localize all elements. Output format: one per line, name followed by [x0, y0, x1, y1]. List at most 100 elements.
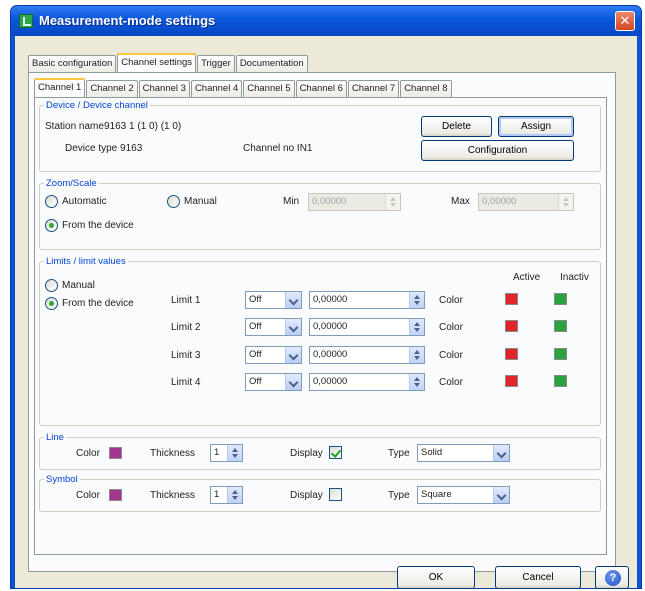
chevron-down-icon[interactable]	[493, 445, 509, 461]
tab-channel-6[interactable]: Channel 6	[295, 80, 347, 97]
limit-value-spinner[interactable]	[409, 292, 424, 308]
limit-color-label: Color	[439, 295, 463, 306]
station-name-value: 9163 1 (1 0) (1 0)	[104, 121, 182, 132]
active-color-swatch[interactable]	[505, 375, 518, 387]
station-name-label: Station name	[45, 121, 104, 132]
device-channel-group: Device / Device channel Station name 916…	[39, 100, 601, 172]
ok-button[interactable]: OK	[397, 566, 475, 589]
window-title: Measurement-mode settings	[39, 13, 216, 28]
zoom-min-label: Min	[283, 196, 300, 207]
limits-manual-radio[interactable]	[45, 279, 58, 292]
channel-settings-panel: Channel 1 Channel 2 Channel 3 Channel 4 …	[28, 72, 616, 572]
limit-label: Limit 1	[171, 295, 201, 306]
symbol-display-label: Display	[290, 490, 323, 501]
symbol-color-swatch[interactable]	[109, 489, 122, 501]
inactive-header: Inactiv	[560, 272, 589, 283]
zoom-min-spinner[interactable]	[385, 194, 400, 210]
tab-channel-3[interactable]: Channel 3	[138, 80, 190, 97]
title-bar[interactable]: Measurement-mode settings ✕	[11, 6, 641, 36]
zoom-automatic-label: Automatic	[62, 196, 107, 207]
tab-channel-2[interactable]: Channel 2	[86, 80, 138, 97]
line-type-label: Type	[388, 448, 410, 459]
line-group: Line Color Thickness 1 Display Type Soli…	[39, 432, 601, 470]
limits-group: Limits / limit values Active Inactiv Man…	[39, 256, 601, 426]
zoom-max-input[interactable]: 0,00000	[478, 193, 574, 211]
zoom-from-device-label: From the device	[62, 220, 134, 231]
assign-button[interactable]: Assign	[498, 116, 574, 137]
limit-value-input[interactable]: 0,00000	[309, 373, 425, 391]
inactive-color-swatch[interactable]	[554, 375, 567, 387]
limits-from-device-radio[interactable]	[45, 297, 58, 310]
limit-value-input[interactable]: 0,00000	[309, 318, 425, 336]
zoom-manual-radio[interactable]	[167, 195, 180, 208]
chevron-down-icon[interactable]	[285, 347, 301, 363]
zoom-scale-group: Zoom/Scale Automatic Manual Min 0,00000 …	[39, 178, 601, 250]
line-display-label: Display	[290, 448, 323, 459]
zoom-from-device-radio[interactable]	[45, 219, 58, 232]
dialog-client: Basic configuration Channel settings Tri…	[15, 36, 637, 589]
limit-value-spinner[interactable]	[409, 347, 424, 363]
limit-value-spinner[interactable]	[409, 374, 424, 390]
limit-mode-select[interactable]: Off	[245, 318, 302, 336]
active-color-swatch[interactable]	[505, 320, 518, 332]
tab-channel-5[interactable]: Channel 5	[243, 80, 295, 97]
limit-mode-value: Off	[249, 321, 262, 332]
chevron-down-icon[interactable]	[285, 374, 301, 390]
chevron-down-icon[interactable]	[493, 487, 509, 503]
chevron-down-icon[interactable]	[285, 319, 301, 335]
limit-value-input[interactable]: 0,00000	[309, 291, 425, 309]
cancel-button[interactable]: Cancel	[495, 566, 581, 589]
limits-from-device-label: From the device	[62, 298, 134, 309]
tab-channel-settings[interactable]: Channel settings	[117, 53, 197, 72]
inactive-color-swatch[interactable]	[554, 348, 567, 360]
line-type-select[interactable]: Solid	[417, 444, 510, 462]
limit-value-spinner[interactable]	[409, 319, 424, 335]
tab-channel-8[interactable]: Channel 8	[400, 80, 452, 97]
delete-button[interactable]: Delete	[421, 116, 492, 137]
tab-channel-4[interactable]: Channel 4	[190, 80, 243, 97]
close-button[interactable]: ✕	[615, 11, 635, 31]
chevron-down-icon[interactable]	[285, 292, 301, 308]
help-button[interactable]: ?	[595, 566, 629, 589]
line-thickness-value: 1	[214, 447, 220, 458]
limit-color-label: Color	[439, 377, 463, 388]
tab-basic-configuration[interactable]: Basic configuration	[28, 55, 117, 72]
zoom-max-label: Max	[451, 196, 470, 207]
app-icon	[19, 14, 33, 28]
limit-value: 0,00000	[313, 294, 348, 305]
limit-value: 0,00000	[313, 376, 348, 387]
symbol-display-checkbox[interactable]	[329, 488, 342, 501]
active-color-swatch[interactable]	[505, 293, 518, 305]
symbol-thickness-spinner[interactable]	[227, 487, 242, 503]
limit-mode-select[interactable]: Off	[245, 373, 302, 391]
top-tab-strip: Basic configuration Channel settings Tri…	[28, 53, 309, 72]
line-thickness-label: Thickness	[150, 448, 196, 459]
tab-trigger[interactable]: Trigger	[197, 55, 235, 72]
active-header: Active	[513, 272, 541, 283]
zoom-automatic-radio[interactable]	[45, 195, 58, 208]
channel-tab-strip: Channel 1 Channel 2 Channel 3 Channel 4 …	[34, 78, 453, 97]
zoom-min-input[interactable]: 0,00000	[308, 193, 401, 211]
limit-mode-select[interactable]: Off	[245, 291, 302, 309]
limit-mode-select[interactable]: Off	[245, 346, 302, 364]
zoom-manual-label: Manual	[184, 196, 217, 207]
line-thickness-spinner[interactable]	[227, 445, 242, 461]
tab-channel-7[interactable]: Channel 7	[347, 80, 400, 97]
inactive-color-swatch[interactable]	[554, 320, 567, 332]
limit-mode-value: Off	[249, 376, 262, 387]
configuration-button[interactable]: Configuration	[421, 140, 574, 161]
line-display-checkbox[interactable]	[329, 446, 342, 459]
active-color-swatch[interactable]	[505, 348, 518, 360]
symbol-type-select[interactable]: Square	[417, 486, 510, 504]
limit-value-input[interactable]: 0,00000	[309, 346, 425, 364]
line-thickness-input[interactable]: 1	[210, 444, 243, 462]
inactive-color-swatch[interactable]	[554, 293, 567, 305]
limit-color-label: Color	[439, 350, 463, 361]
tab-documentation[interactable]: Documentation	[235, 55, 308, 72]
zoom-max-spinner[interactable]	[558, 194, 573, 210]
tab-channel-1[interactable]: Channel 1	[34, 78, 86, 97]
symbol-thickness-input[interactable]: 1	[210, 486, 243, 504]
settings-window: Measurement-mode settings ✕ Basic config…	[10, 5, 642, 589]
line-color-swatch[interactable]	[109, 447, 122, 459]
symbol-legend: Symbol	[46, 474, 78, 485]
